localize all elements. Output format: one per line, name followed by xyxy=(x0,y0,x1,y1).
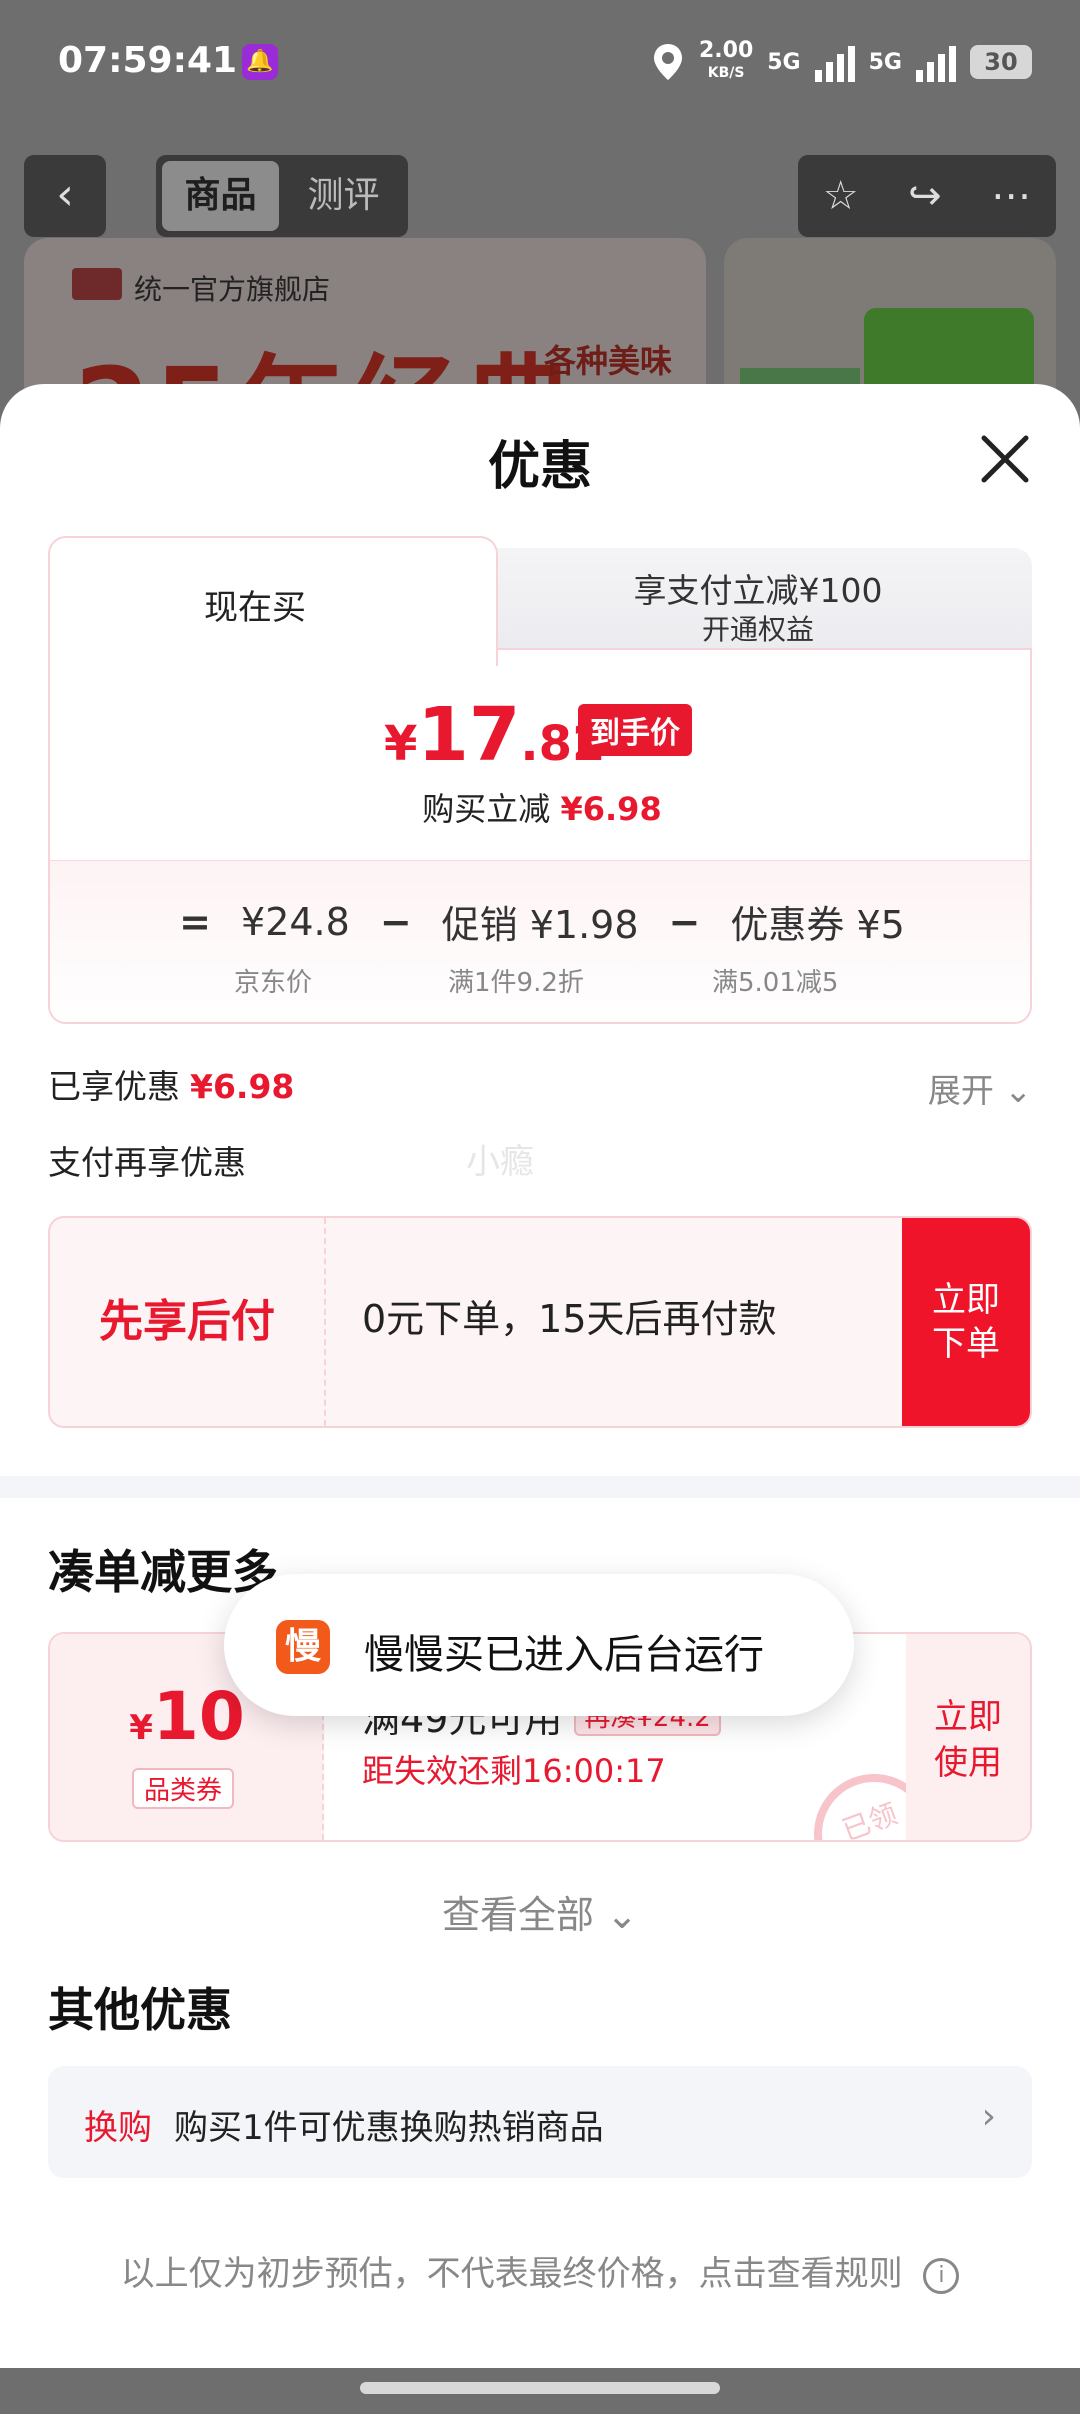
disclaimer-text: 以上仅为初步预估，不代表最终价格，点击查看规则 xyxy=(120,2254,903,2294)
coupon-type: 品类券 xyxy=(132,1768,235,1809)
view-all-label: 查看全部 xyxy=(442,1893,595,1937)
enjoyed-discount-value: ¥6.98 xyxy=(190,1067,295,1106)
trade-in-text: 购买1件可优惠换购热销商品 xyxy=(174,2108,604,2148)
use-coupon-line1: 立即 xyxy=(934,1697,1002,1737)
status-bar: 07:59:41 🔔 2.00 KB/S 5G 5G 30 xyxy=(0,0,1080,130)
chevron-down-icon: ⌄ xyxy=(1004,1071,1032,1110)
signal-icon xyxy=(814,42,855,82)
base-price-note: 京东价 xyxy=(234,968,313,998)
price-body: ¥ 17 .82 到手价 购买立减 ¥6.98 = ¥24.8 − 促销 ¥1.… xyxy=(48,648,1032,1024)
tab-pay-discount-subtitle: 开通权益 xyxy=(701,613,814,646)
final-price-badge: 到手价 xyxy=(578,704,692,756)
header-actions: ☆ ↪ ⋯ xyxy=(798,155,1056,237)
coupon-currency: ¥ xyxy=(129,1708,153,1748)
use-coupon-line2: 使用 xyxy=(934,1743,1002,1783)
price-tabs: 享支付立减¥100 开通权益 现在买 xyxy=(48,536,1032,666)
location-icon xyxy=(653,44,682,80)
bell-notification-icon: 🔔 xyxy=(242,44,278,80)
other-offers-title: 其他优惠 xyxy=(48,1983,232,2037)
price-currency: ¥ xyxy=(384,716,418,772)
network-speed-unit: KB/S xyxy=(707,65,745,81)
tab-buy-now-label: 现在买 xyxy=(204,588,306,628)
status-time: 07:59:41 xyxy=(58,40,238,81)
product-tabs: 商品 测评 xyxy=(156,155,408,237)
coupon-amount-value: 10 xyxy=(152,1678,245,1755)
bnpl-description: 0元下单，15天后再付款 xyxy=(362,1297,777,1341)
enjoyed-discount: 已享优惠 ¥6.98 xyxy=(48,1060,294,1108)
star-icon[interactable]: ☆ xyxy=(823,173,859,219)
app-icon: 慢 xyxy=(276,1620,330,1674)
signal-icon xyxy=(916,42,956,82)
instant-reduction-label: 购买立减 xyxy=(422,790,551,828)
price-formula: = ¥24.8 − 促销 ¥1.98 − 优惠券 ¥5 xyxy=(50,894,1030,949)
tab-pay-discount-title: 享支付立减¥100 xyxy=(633,571,883,610)
status-indicators: 2.00 KB/S 5G 5G 30 xyxy=(651,40,1032,84)
coupon-expiry: 距失效还剩16:00:17 xyxy=(362,1752,666,1790)
store-name: 统一官方旗舰店 xyxy=(134,273,331,306)
toast-message: 慢慢买已进入后台运行 xyxy=(364,1632,764,1678)
promo-discount: 促销 ¥1.98 xyxy=(441,903,639,947)
order-now-line1: 立即 xyxy=(932,1280,1000,1320)
battery-icon: 30 xyxy=(970,45,1032,79)
more-icon[interactable]: ⋯ xyxy=(991,173,1031,219)
disclaimer[interactable]: 以上仅为初步预估，不代表最终价格，点击查看规则 i xyxy=(0,2246,1080,2295)
sim1-label: 5G xyxy=(767,49,801,75)
minus-sign: − xyxy=(668,899,701,944)
equals-sign: = xyxy=(179,899,212,944)
close-icon[interactable] xyxy=(978,432,1032,486)
sim2-label: 5G xyxy=(868,49,902,75)
enjoyed-discount-label: 已享优惠 xyxy=(48,1067,180,1106)
instant-reduction-value: ¥6.98 xyxy=(560,790,662,828)
use-coupon-button[interactable]: 立即 使用 xyxy=(906,1634,1030,1840)
info-icon: i xyxy=(923,2257,960,2294)
brand-logo xyxy=(72,268,122,300)
pay-more-label: 支付再享优惠 xyxy=(48,1143,246,1182)
instant-reduction: 购买立减 ¥6.98 xyxy=(50,784,1030,830)
tab-product[interactable]: 商品 xyxy=(162,161,279,231)
share-icon[interactable]: ↪ xyxy=(908,173,942,219)
sheet-title: 优惠 xyxy=(487,437,592,497)
final-price: ¥ 17 .82 xyxy=(384,692,605,778)
bnpl-title: 先享后付 xyxy=(50,1218,326,1426)
home-indicator-bar xyxy=(0,2368,1080,2414)
view-all-button[interactable]: 查看全部 ⌄ xyxy=(0,1884,1080,1939)
back-button[interactable]: ‹ xyxy=(24,155,106,237)
discount-sheet: 优惠 享支付立减¥100 开通权益 现在买 ¥ 17 .82 到手价 购买立减 … xyxy=(0,384,1080,2368)
watermark: 小瘾 xyxy=(466,1142,534,1182)
tab-buy-now[interactable]: 现在买 xyxy=(48,536,498,666)
price-card: 享支付立减¥100 开通权益 现在买 ¥ 17 .82 到手价 购买立减 ¥6.… xyxy=(48,536,1032,1024)
coupon-discount: 优惠券 ¥5 xyxy=(730,903,905,947)
tab-pay-discount[interactable]: 享支付立减¥100 开通权益 xyxy=(438,548,1032,648)
chevron-right-icon: › xyxy=(981,2096,996,2137)
trade-in-tag: 换购 xyxy=(84,2108,152,2148)
order-now-line2: 下单 xyxy=(932,1324,1000,1364)
buy-now-pay-later-card: 先享后付 0元下单，15天后再付款 立即 下单 xyxy=(48,1216,1032,1428)
background-toast: 慢 慢慢买已进入后台运行 xyxy=(224,1574,854,1716)
base-price: ¥24.8 xyxy=(241,899,350,944)
tab-review[interactable]: 测评 xyxy=(285,161,402,231)
section-divider xyxy=(0,1476,1080,1498)
expand-label: 展开 xyxy=(927,1071,994,1110)
network-speed: 2.00 KB/S xyxy=(699,40,753,84)
trade-in-offer[interactable]: 换购 购买1件可优惠换购热销商品 › xyxy=(48,2066,1032,2178)
home-indicator[interactable] xyxy=(360,2382,720,2394)
promo-note: 满1件9.2折 xyxy=(448,968,584,998)
chevron-down-icon: ⌄ xyxy=(606,1893,638,1937)
minus-sign: − xyxy=(379,899,412,944)
banner-tag: 各种美味 xyxy=(544,342,673,380)
order-now-button[interactable]: 立即 下单 xyxy=(902,1218,1030,1426)
price-integer: 17 xyxy=(417,692,521,778)
coupon-note: 满5.01减5 xyxy=(712,968,839,998)
expand-button[interactable]: 展开 ⌄ xyxy=(928,1064,1032,1112)
background-page: ‹ 商品 测评 ☆ ↪ ⋯ 统一官方旗舰店 25年经典 各种美味 xyxy=(0,130,1080,438)
network-speed-value: 2.00 xyxy=(698,38,754,63)
bundle-section-title: 凑单减更多 xyxy=(48,1545,278,1599)
